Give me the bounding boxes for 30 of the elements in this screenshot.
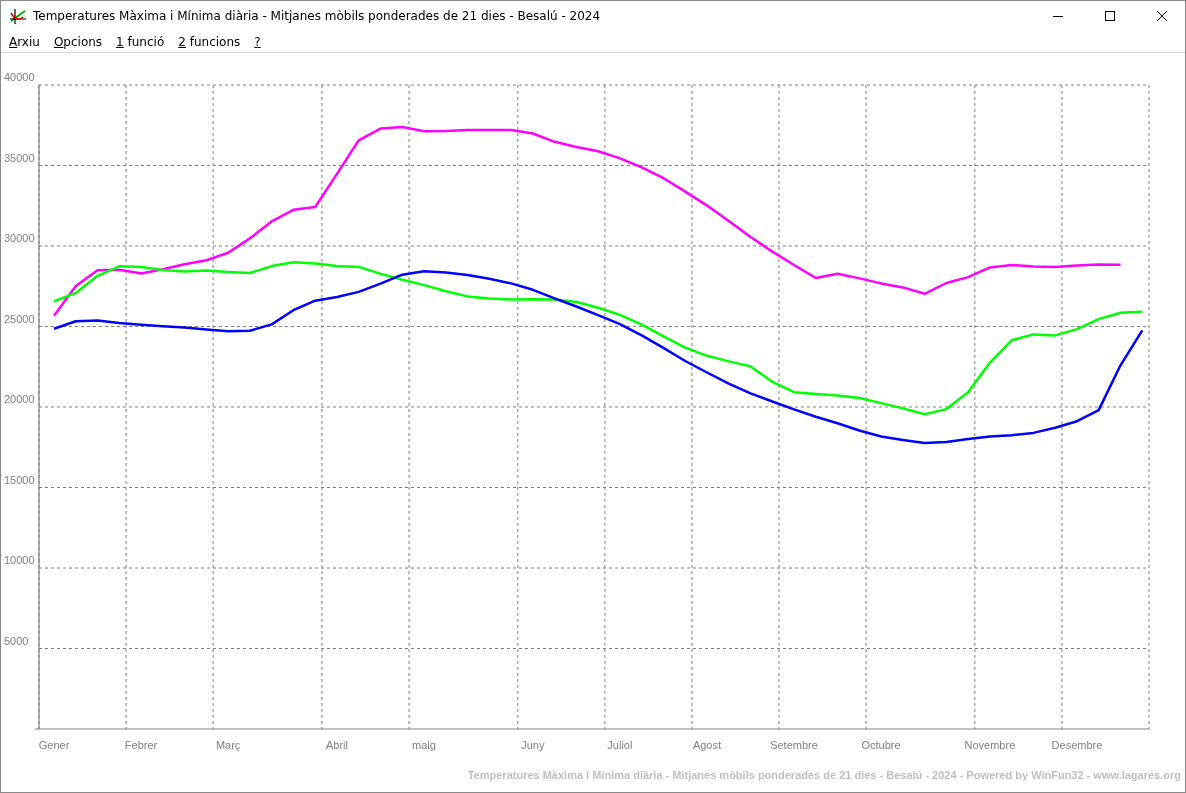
y-axis-label: 35000 xyxy=(4,151,35,164)
y-axis-label: 15000 xyxy=(4,473,35,486)
y-axis-label: 25000 xyxy=(4,312,35,325)
close-icon xyxy=(1157,11,1167,21)
menu-item[interactable]: ? xyxy=(254,34,261,49)
x-axis-label: Desembre xyxy=(1051,739,1103,751)
x-axis-label: maig xyxy=(412,739,436,751)
y-axis-label: 30000 xyxy=(4,232,35,244)
y-axis-label: 10000 xyxy=(4,554,35,566)
x-axis-label: Abril xyxy=(325,739,348,751)
x-axis-label: Setembre xyxy=(770,739,818,751)
app-logo-icon xyxy=(9,7,27,25)
menu-item[interactable]: Arxiu xyxy=(9,34,40,49)
x-axis-label: Juliol xyxy=(607,739,633,751)
x-axis-label: Març xyxy=(215,739,241,751)
y-axis-label: 40000 xyxy=(4,71,35,83)
x-axis-label: Novembre xyxy=(964,739,1016,751)
window-title: Temperatures Màxima i Mínima diària - Mitjanes mòbils ponderades de 21 dies - Besalú - 2024 xyxy=(33,9,602,23)
maximize-icon xyxy=(1105,11,1115,21)
x-axis-label: Octubre xyxy=(861,739,901,751)
menu-item[interactable]: Opcions xyxy=(53,34,103,49)
y-axis-label: 5000 xyxy=(4,634,29,647)
x-axis-label: Febrer xyxy=(124,739,158,751)
x-axis-label: Agost xyxy=(692,739,722,751)
footer-caption: Temperatures Màxima i Mínima diària - Mitjanes mòbils ponderades de 21 dies - Besalú - 2024 - Powered by WinFun32 - www.lagares.org xyxy=(466,769,1182,781)
y-axis-label: 20000 xyxy=(4,393,35,405)
x-axis-label: Juny xyxy=(521,739,545,751)
menu-item[interactable]: 1 funció xyxy=(116,34,165,49)
x-axis-label: Gener xyxy=(38,739,70,751)
menu-item[interactable]: 2 funcions xyxy=(178,34,241,49)
